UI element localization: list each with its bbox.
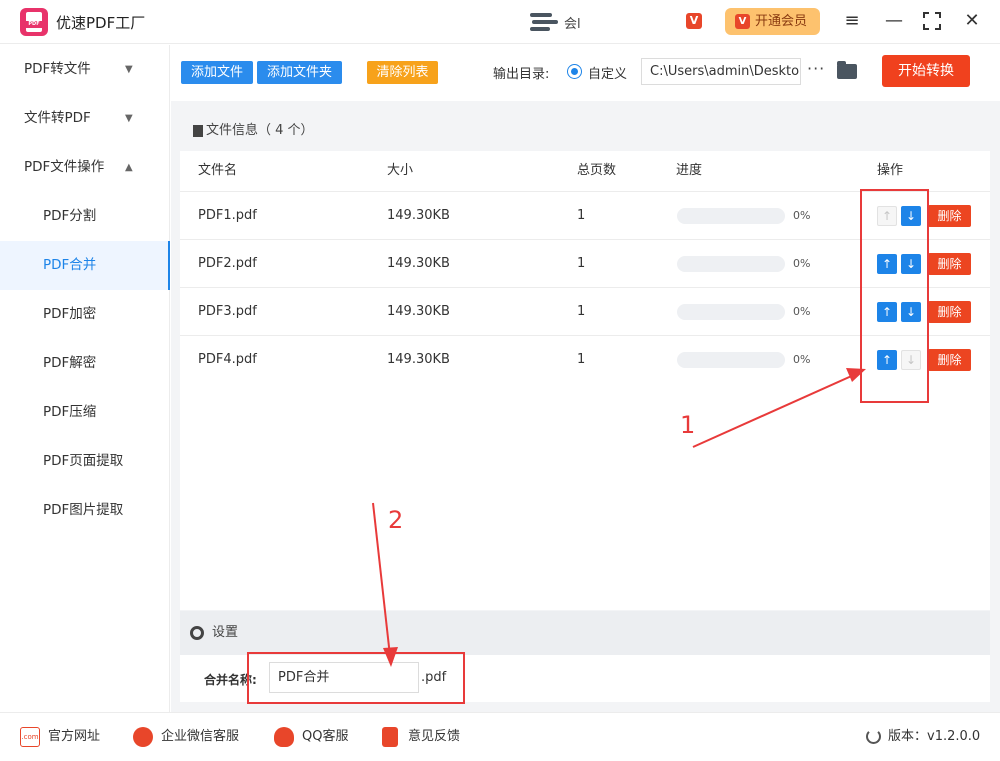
annotation-arrow-2 bbox=[372, 502, 391, 657]
annotation-arrowhead-1 bbox=[846, 368, 866, 382]
annotation-arrows bbox=[372, 368, 866, 667]
annotation-arrow-1 bbox=[692, 373, 857, 448]
annotation-arrowhead-2 bbox=[383, 647, 398, 667]
